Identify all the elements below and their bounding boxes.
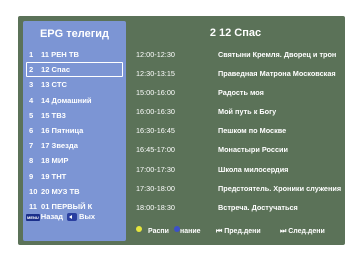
program-row[interactable]: 18:00-18:30 Встреча. Достучаться xyxy=(130,198,341,217)
channel-number: 6 xyxy=(29,125,34,135)
program-time: 12:00-12:30 xyxy=(136,50,175,59)
channel-item[interactable]: 4 14 Домашний xyxy=(26,93,123,108)
channel-item[interactable]: 8 18 МИР xyxy=(26,153,123,168)
channel-name: 17 Звезда xyxy=(41,141,78,151)
channel-name: 16 Пятница xyxy=(41,125,84,135)
exit-label[interactable]: Вых xyxy=(79,212,95,221)
program-title: Предстоятель. Хроники служения xyxy=(218,183,341,193)
channel-name: 11 РЕН ТВ xyxy=(41,50,79,59)
program-row[interactable]: 12:00-12:30 Святыни Кремля. Дворец и трон xyxy=(130,45,341,64)
channel-list: 1 11 РЕН ТВ 2 12 Спас 3 13 СТС 4 14 Домашний 5 15… xyxy=(26,47,123,214)
epg-panel: 2 12 Спас 12:00-12:30 Святыни Кремля. Дво… xyxy=(130,21,341,241)
channel-item[interactable]: 2 12 Спас xyxy=(26,62,123,78)
program-time: 12:30-13:15 xyxy=(136,69,175,79)
channel-item[interactable]: 5 15 ТВ3 xyxy=(26,108,123,123)
program-time: 17:30-18:00 xyxy=(136,183,175,193)
channel-number: 10 xyxy=(29,186,38,196)
program-row[interactable]: 17:30-18:00 Предстоятель. Хроники служени… xyxy=(130,179,341,198)
channel-name: 15 ТВ3 xyxy=(41,110,66,120)
channel-number: 8 xyxy=(29,156,34,166)
key-legend: Распи нание ⏮ Пред.дени ⏭ След.дени xyxy=(130,226,341,238)
channel-number: 4 xyxy=(29,95,34,105)
channel-name: 18 МИР xyxy=(41,156,69,166)
program-title: Пешком по Москве xyxy=(218,126,287,136)
blue-key-label[interactable]: нание xyxy=(180,226,201,238)
menu-key-icon: MENU xyxy=(26,213,40,221)
channel-item[interactable]: 10 20 МУЗ ТВ xyxy=(26,184,123,199)
channel-number: 9 xyxy=(29,171,34,181)
program-title: Школа милосердия xyxy=(218,164,289,174)
program-time: 18:00-18:30 xyxy=(136,202,175,212)
channel-number: 2 xyxy=(29,65,34,75)
program-title: Мой путь к Богу xyxy=(218,107,277,117)
back-arrow-icon xyxy=(67,213,78,222)
channel-name: 13 СТС xyxy=(41,80,67,90)
channel-name: 12 Спас xyxy=(41,65,71,75)
program-time: 16:45-17:00 xyxy=(136,145,175,155)
program-list: 12:00-12:30 Святыни Кремля. Дворец и трон… xyxy=(130,45,341,217)
channel-item[interactable]: 1 11 РЕН ТВ xyxy=(26,47,123,62)
program-time: 16:00-16:30 xyxy=(136,107,175,117)
yellow-key-icon xyxy=(136,226,142,232)
channel-item[interactable]: 7 17 Звезда xyxy=(26,138,123,153)
program-time: 15:00-16:00 xyxy=(136,88,175,98)
channel-item[interactable]: 6 16 Пятница xyxy=(26,123,123,138)
program-row[interactable]: 16:30-16:45 Пешком по Москве xyxy=(130,121,341,140)
program-row[interactable]: 12:30-13:15 Праведная Матрона Московская xyxy=(130,64,341,83)
program-time: 17:00-17:30 xyxy=(136,164,175,174)
program-row[interactable]: 16:00-16:30 Мой путь к Богу xyxy=(130,102,341,121)
program-title: Радость моя xyxy=(218,88,264,98)
program-time: 16:30-16:45 xyxy=(136,126,175,136)
channel-number: 3 xyxy=(29,80,34,90)
next-day-label[interactable]: ⏭ След.дени xyxy=(280,226,325,238)
channel-number: 7 xyxy=(29,141,34,151)
channel-name: 14 Домашний xyxy=(41,95,92,105)
sidebar-title: EPG телегид xyxy=(39,28,110,40)
program-title: Праведная Матрона Московская xyxy=(218,69,336,79)
program-title: Святыни Кремля. Дворец и трон xyxy=(218,50,337,59)
back-label[interactable]: Назад xyxy=(41,212,63,221)
program-row[interactable]: 15:00-16:00 Радость моя xyxy=(130,83,341,102)
yellow-key-label[interactable]: Распи xyxy=(148,226,169,238)
channel-number: 5 xyxy=(29,110,34,120)
tv-screen: EPG телегид 1 11 РЕН ТВ 2 12 Спас 3 13 СТС 4 14… xyxy=(18,16,345,245)
prev-day-label[interactable]: ⏮ Пред.дени xyxy=(216,226,261,238)
channel-sidebar: EPG телегид 1 11 РЕН ТВ 2 12 Спас 3 13 СТС 4 14… xyxy=(23,21,126,241)
program-row[interactable]: 17:00-17:30 Школа милосердия xyxy=(130,160,341,179)
program-title: Монастыри России xyxy=(218,145,288,155)
program-row[interactable]: 16:45-17:00 Монастыри России xyxy=(130,140,341,159)
channel-item[interactable]: 3 13 СТС xyxy=(26,77,123,92)
channel-number: 1 xyxy=(29,50,34,59)
channel-name: 19 ТНТ xyxy=(41,171,67,181)
channel-item[interactable]: 9 19 ТНТ xyxy=(26,169,123,184)
panel-title: 2 12 Спас xyxy=(209,27,262,39)
sidebar-footer: MENU Назад Вых xyxy=(26,212,126,226)
channel-name: 20 МУЗ ТВ xyxy=(41,186,80,196)
program-title: Встреча. Достучаться xyxy=(218,202,298,212)
